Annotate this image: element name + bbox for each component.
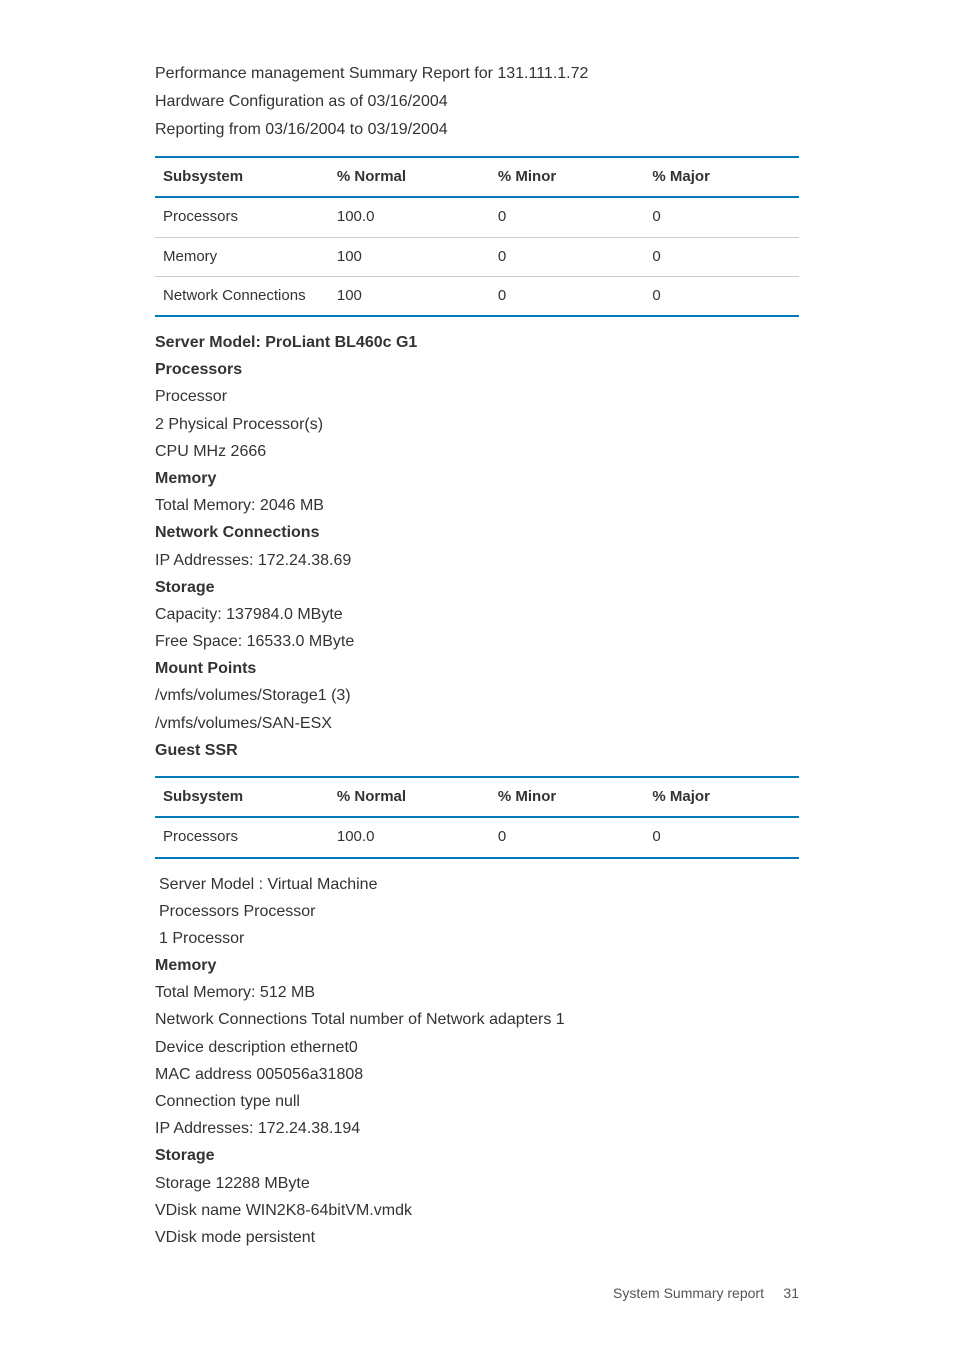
vm-storage-line: VDisk name WIN2K8-64bitVM.vmdk bbox=[155, 1197, 799, 1224]
server-model-heading: Server Model: ProLiant BL460c G1 bbox=[155, 329, 799, 356]
vm-proc-line: 1 Processor bbox=[155, 925, 799, 952]
mount-line: /vmfs/volumes/Storage1 (3) bbox=[155, 682, 799, 709]
vm-storage-line: Storage 12288 MByte bbox=[155, 1170, 799, 1197]
report-title-line3: Reporting from 03/16/2004 to 03/19/2004 bbox=[155, 116, 799, 144]
table-row: Memory 100 0 0 bbox=[155, 237, 799, 276]
vm-proc-line: Processors Processor bbox=[155, 898, 799, 925]
table-header-row: Subsystem % Normal % Minor % Major bbox=[155, 157, 799, 197]
cell: Network Connections bbox=[155, 276, 329, 316]
mount-line: /vmfs/volumes/SAN-ESX bbox=[155, 710, 799, 737]
subsystem-table-1: Subsystem % Normal % Minor % Major Proce… bbox=[155, 156, 799, 317]
memory-line: Total Memory: 2046 MB bbox=[155, 492, 799, 519]
vm-mem-line: Network Connections Total number of Netw… bbox=[155, 1006, 799, 1033]
vm-memory-heading: Memory bbox=[155, 952, 799, 979]
vm-mem-line: MAC address 005056a31808 bbox=[155, 1061, 799, 1088]
table-header-row: Subsystem % Normal % Minor % Major bbox=[155, 777, 799, 817]
processor-line: 2 Physical Processor(s) bbox=[155, 411, 799, 438]
cell: 0 bbox=[644, 276, 799, 316]
cell: 0 bbox=[490, 237, 645, 276]
cell: 0 bbox=[644, 817, 799, 857]
cell: 0 bbox=[490, 276, 645, 316]
cell: 100.0 bbox=[329, 197, 490, 237]
page-footer: System Summary report 31 bbox=[155, 1281, 799, 1306]
mount-points-heading: Mount Points bbox=[155, 655, 799, 682]
storage-line: Capacity: 137984.0 MByte bbox=[155, 601, 799, 628]
table-row: Processors 100.0 0 0 bbox=[155, 817, 799, 857]
cell: 100 bbox=[329, 276, 490, 316]
vm-mem-line: Device description ethernet0 bbox=[155, 1034, 799, 1061]
processor-line: Processor bbox=[155, 383, 799, 410]
col-minor: % Minor bbox=[490, 777, 645, 817]
network-line: IP Addresses: 172.24.38.69 bbox=[155, 547, 799, 574]
vm-mem-line: IP Addresses: 172.24.38.194 bbox=[155, 1115, 799, 1142]
subsystem-table-2: Subsystem % Normal % Minor % Major Proce… bbox=[155, 776, 799, 859]
network-heading: Network Connections bbox=[155, 519, 799, 546]
report-title-line1: Performance management Summary Report fo… bbox=[155, 60, 799, 88]
vm-storage-line: VDisk mode persistent bbox=[155, 1224, 799, 1251]
cell: Processors bbox=[155, 197, 329, 237]
col-major: % Major bbox=[644, 157, 799, 197]
storage-line: Free Space: 16533.0 MByte bbox=[155, 628, 799, 655]
cell: 0 bbox=[644, 237, 799, 276]
report-title-line2: Hardware Configuration as of 03/16/2004 bbox=[155, 88, 799, 116]
guest-ssr-heading: Guest SSR bbox=[155, 737, 799, 764]
table-row: Processors 100.0 0 0 bbox=[155, 197, 799, 237]
cell: 100.0 bbox=[329, 817, 490, 857]
cell: 100 bbox=[329, 237, 490, 276]
cell: Processors bbox=[155, 817, 329, 857]
cell: Memory bbox=[155, 237, 329, 276]
col-normal: % Normal bbox=[329, 777, 490, 817]
col-normal: % Normal bbox=[329, 157, 490, 197]
vm-storage-heading: Storage bbox=[155, 1142, 799, 1169]
vm-server-model: Server Model : Virtual Machine bbox=[155, 871, 799, 898]
footer-text: System Summary report bbox=[613, 1285, 764, 1301]
footer-page-number: 31 bbox=[783, 1285, 799, 1301]
col-major: % Major bbox=[644, 777, 799, 817]
storage-heading: Storage bbox=[155, 574, 799, 601]
cell: 0 bbox=[490, 817, 645, 857]
col-subsystem: Subsystem bbox=[155, 157, 329, 197]
vm-mem-line: Total Memory: 512 MB bbox=[155, 979, 799, 1006]
memory-heading: Memory bbox=[155, 465, 799, 492]
col-minor: % Minor bbox=[490, 157, 645, 197]
col-subsystem: Subsystem bbox=[155, 777, 329, 817]
processors-heading: Processors bbox=[155, 356, 799, 383]
table-row: Network Connections 100 0 0 bbox=[155, 276, 799, 316]
cell: 0 bbox=[490, 197, 645, 237]
vm-mem-line: Connection type null bbox=[155, 1088, 799, 1115]
processor-line: CPU MHz 2666 bbox=[155, 438, 799, 465]
cell: 0 bbox=[644, 197, 799, 237]
